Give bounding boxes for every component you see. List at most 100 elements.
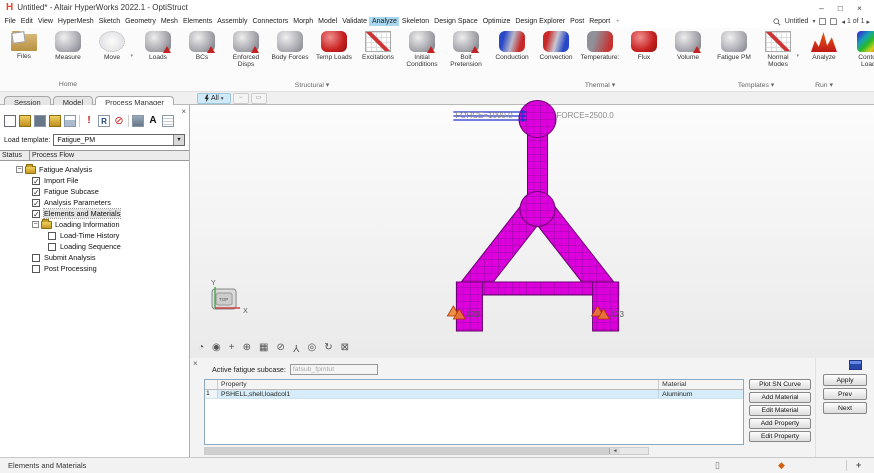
ribbon-item-bolt-pretension[interactable]: Bolt Pretension [444,31,488,69]
menu-item-post[interactable]: Post [568,17,587,26]
menu-item-file[interactable]: File [2,17,18,26]
tree-item-fatigue-analysis[interactable]: −Fatigue Analysis [0,164,189,175]
search-icon[interactable] [773,18,781,26]
menu-item-mesh[interactable]: Mesh [158,17,180,26]
ribbon-item-temperature[interactable]: Temperature: [578,31,622,69]
task-checkbox[interactable]: ✓ [32,188,40,196]
ribbon-item-convection[interactable]: Convection [534,31,578,69]
menu-item-assembly[interactable]: Assembly [215,17,250,26]
menu-item-analyze[interactable]: Analyze [369,17,399,26]
task-checkbox[interactable] [48,232,56,240]
new-icon[interactable] [4,115,16,127]
selection-subset-button[interactable]: − [233,93,249,104]
ribbon-item-normal-modes[interactable]: Normal Modes▾ [756,31,800,69]
ribbon-item-conduction[interactable]: Conduction [490,31,534,69]
scrollbar-thumb[interactable] [205,448,610,454]
task-checkbox[interactable]: ✓ [32,177,40,185]
menu-item-design-space[interactable]: Design Space [432,17,481,26]
zoom-icon[interactable]: ◎ [308,342,317,353]
button-edit-property[interactable]: Edit Property [749,431,811,442]
tree-item-import-file[interactable]: ✓Import File [0,175,189,186]
scrollbar-arrow-button[interactable]: ◄ [610,448,620,454]
menu-item-model[interactable]: Model [316,17,340,26]
menu-item-report[interactable]: Report [587,17,613,26]
maximize-button[interactable]: □ [838,3,843,13]
snapshot-icon[interactable]: ◉ [212,342,221,353]
task-checkbox[interactable] [32,254,40,262]
horizontal-scrollbar[interactable]: ◄ [204,447,649,455]
menu-item-sketch[interactable]: Sketch [96,17,122,26]
button-add-property[interactable]: Add Property [749,418,811,429]
new-page-icon[interactable] [830,18,837,25]
view-cube[interactable]: TOP Y X [211,280,248,315]
target-icon[interactable]: + [856,460,861,470]
display-options-icon[interactable]: ▦ [259,342,268,353]
ribbon-item-fatigue-pm[interactable]: Fatigue PM [712,31,756,69]
minimize-button[interactable]: – [819,3,824,13]
model-viewport[interactable]: FORCE=1000.0 FORCE=2500.0 123 123 TOP Y … [190,105,874,358]
active-subcase-input[interactable] [290,364,378,375]
ribbon-item-flux[interactable]: Flux [622,31,666,69]
ribbon-item-excitations[interactable]: Excitations [356,31,400,69]
save-icon[interactable] [34,115,46,127]
tree-item-post-processing[interactable]: Post Processing [0,263,189,274]
page-prev-button[interactable]: ◂ [841,18,845,26]
button-plot-sn-curve[interactable]: Plot SN Curve [749,379,811,390]
save-as-icon[interactable] [49,115,61,127]
ribbon-item-measure[interactable]: Measure [46,31,90,69]
text-icon[interactable]: A [147,115,159,127]
panel-dock-icon[interactable] [849,360,862,370]
open-icon[interactable] [19,115,31,127]
tree-item-fatigue-subcase[interactable]: ✓Fatigue Subcase [0,186,189,197]
selection-window-button[interactable]: ▭ [251,93,267,104]
expand-toggle-icon[interactable]: − [16,166,23,173]
ribbon-item-files[interactable]: Files [2,31,46,68]
table-row[interactable]: 1PSHELL,shell,loadcol1Aluminum [205,390,743,399]
menu-add-icon[interactable]: + [613,18,623,25]
menu-item-hypermesh[interactable]: HyperMesh [55,17,96,26]
layout-icon[interactable] [819,18,826,25]
material-column-header[interactable]: Material [659,380,743,389]
mask-icon[interactable]: ⊘ [276,342,284,353]
ribbon-item-loads[interactable]: Loads [136,31,180,69]
panel-close-icon[interactable]: × [181,107,186,116]
button-next[interactable]: Next [823,402,867,414]
ribbon-item-analyze[interactable]: Analyze [802,31,846,69]
close-button[interactable]: × [857,3,862,13]
run-icon[interactable]: ! [83,115,95,127]
menu-item-validate[interactable]: Validate [340,17,370,26]
ribbon-item-volume[interactable]: Volume [666,31,710,69]
load-template-select[interactable]: Fatigue_PM ▼ [53,134,185,146]
workspace-selector[interactable]: Untitled [785,18,809,25]
task-checkbox[interactable]: ✓ [32,210,40,218]
bracket-model[interactable] [456,101,618,332]
ribbon-item-bcs[interactable]: BCs [180,31,224,69]
copy-icon[interactable] [64,115,76,127]
tree-item-load-time-history[interactable]: Load-Time History [0,230,189,241]
tree-item-loading-sequence[interactable]: Loading Sequence [0,241,189,252]
pan-icon[interactable]: + [229,342,235,353]
stop-icon[interactable]: ⊘ [113,115,125,127]
button-prev[interactable]: Prev [823,388,867,400]
fit-icon[interactable]: ⊕ [243,342,251,353]
dropdown-arrow-icon[interactable]: ▼ [173,135,184,145]
menu-item-view[interactable]: View [35,17,55,26]
display-icon[interactable] [132,115,144,127]
ribbon-item-contour-loads[interactable]: Contour Loads [848,31,874,69]
device-icon[interactable]: ▯ [715,460,720,471]
expand-toggle-icon[interactable]: − [32,221,39,228]
menu-item-edit[interactable]: Edit [18,17,35,26]
property-column-header[interactable]: Property [218,380,659,389]
button-add-material[interactable]: Add Material [749,392,811,403]
ribbon-item-temp-loads[interactable]: Temp Loads [312,31,356,69]
entity-filter-button[interactable]: All ▾ [197,93,231,104]
menu-item-geometry[interactable]: Geometry [123,17,159,26]
tree-item-submit-analysis[interactable]: Submit Analysis [0,252,189,263]
task-checkbox[interactable] [32,265,40,273]
menu-item-connectors[interactable]: Connectors [250,17,291,26]
ribbon-item-move[interactable]: Move▾ [90,31,134,69]
ribbon-item-initial-conditions[interactable]: Initial Conditions [400,31,444,69]
task-checkbox[interactable] [48,243,56,251]
lock-icon[interactable]: ⊠ [341,342,349,353]
ribbon-item-enforced-disps[interactable]: Enforced Disps [224,31,268,69]
